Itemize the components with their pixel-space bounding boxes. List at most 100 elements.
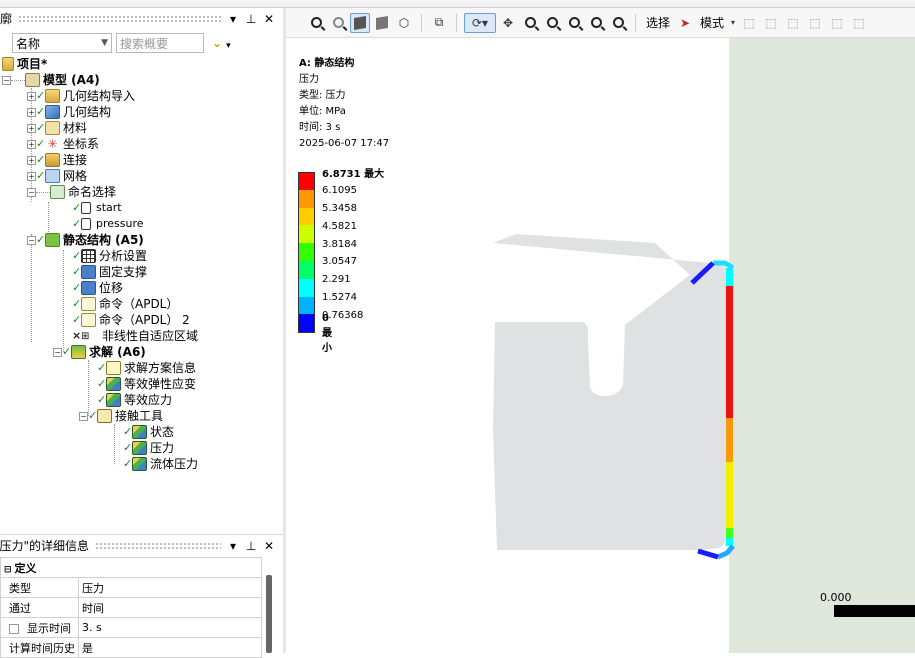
tree-pressure[interactable]: ✓ 压力: [123, 440, 174, 456]
pan-icon[interactable]: ✥: [498, 13, 518, 33]
box-zoom-icon[interactable]: ⧉: [429, 13, 449, 33]
search-input[interactable]: 搜索概要: [116, 33, 204, 53]
legend-swatch: [298, 314, 315, 333]
zoom-in-icon[interactable]: [306, 13, 326, 33]
tree-equiv-stress[interactable]: ✓ 等效应力: [97, 392, 172, 408]
expand-icon[interactable]: +: [27, 91, 36, 101]
details-row-value[interactable]: 3. s: [78, 617, 262, 638]
details-row-value[interactable]: 压力: [78, 577, 262, 598]
check-icon: ✓: [123, 425, 133, 438]
tree-command-1[interactable]: ✓ 命令（APDL）: [72, 296, 178, 312]
selection-page-icon: [81, 202, 91, 214]
details-row[interactable]: 类型 压力: [0, 577, 262, 598]
zoom-icon[interactable]: [520, 13, 540, 33]
collapse-icon[interactable]: ⊟: [4, 565, 12, 575]
details-row[interactable]: 显示时间 3. s: [0, 617, 262, 638]
tree-status[interactable]: ✓ 状态: [123, 424, 174, 440]
select-node-icon[interactable]: ⬚: [827, 13, 847, 33]
expand-icon[interactable]: +: [27, 171, 36, 181]
tree-solution[interactable]: − ✓ 求解 (A6): [53, 344, 146, 360]
tree-displacement[interactable]: ✓ 位移: [72, 280, 123, 296]
tree-static-structural[interactable]: − ✓ 静态结构 (A5): [27, 232, 144, 248]
tree-connections[interactable]: + ✓ 连接: [27, 152, 87, 168]
filter-chevron-icon[interactable]: ⌄: [212, 36, 222, 50]
dropdown-icon[interactable]: ▾: [227, 8, 239, 30]
check-icon: ✓: [36, 169, 46, 182]
cursor-icon[interactable]: ➤: [675, 13, 695, 33]
details-row[interactable]: 计算时间历史 是: [0, 637, 262, 658]
select-body-icon[interactable]: ⬚: [805, 13, 825, 33]
close-icon[interactable]: ✕: [263, 535, 275, 557]
legend-label: 2.291: [322, 274, 351, 286]
chevron-down-icon[interactable]: ▾: [729, 13, 737, 33]
details-row-value[interactable]: 时间: [78, 597, 262, 618]
tree-command-2[interactable]: ✓ 命令（APDL） 2: [72, 312, 190, 328]
filter-name-select[interactable]: 名称 ▼: [12, 33, 112, 53]
zoom-out-icon[interactable]: [328, 13, 348, 33]
tree-mesh[interactable]: + ✓ 网格: [27, 168, 87, 184]
details-section-definition[interactable]: ⊟ 定义: [0, 557, 262, 578]
pin-icon[interactable]: ⊥: [245, 8, 257, 30]
collapse-icon[interactable]: −: [27, 187, 36, 197]
result-annotation: A: 静态结构 压力 类型: 压力 单位: MPa 时间: 3 s 2025-0…: [299, 56, 389, 152]
close-icon[interactable]: ✕: [263, 8, 275, 30]
tree-fixed-support[interactable]: ✓ 固定支撑: [72, 264, 147, 280]
select-label[interactable]: 选择: [643, 14, 673, 31]
solid-view-icon[interactable]: [350, 12, 370, 33]
tree-materials[interactable]: + ✓ 材料: [27, 120, 87, 136]
details-scrollbar[interactable]: [266, 575, 272, 653]
select-face-icon[interactable]: ⬚: [783, 13, 803, 33]
tree-ns-pressure[interactable]: ✓ pressure: [72, 216, 144, 232]
select-edge-icon[interactable]: ⬚: [761, 13, 781, 33]
tree-analysis-settings[interactable]: ✓ 分析设置: [72, 248, 147, 264]
expand-icon[interactable]: +: [27, 155, 36, 165]
details-row-value[interactable]: 是: [78, 637, 262, 658]
rotate-icon[interactable]: ⟳▾: [464, 12, 496, 33]
check-icon: ✓: [123, 457, 133, 470]
tree-fluid-pressure[interactable]: ✓ 流体压力: [123, 456, 198, 472]
tree-equiv-elastic-strain[interactable]: ✓ 等效弹性应变: [97, 376, 196, 392]
legend-label: 1.5274: [322, 291, 357, 303]
mode-menu[interactable]: 模式: [697, 14, 727, 31]
dropdown-icon[interactable]: ▾: [227, 535, 239, 557]
tree-coordinate-systems[interactable]: + ✓ ✳ 坐标系: [27, 136, 99, 152]
zoom-center-icon[interactable]: [586, 13, 606, 33]
details-row[interactable]: 通过 时间: [0, 597, 262, 618]
tree-model[interactable]: − 模型 (A4): [2, 72, 100, 88]
result-type: 类型: 压力: [299, 90, 346, 101]
zoom-fit-icon[interactable]: [564, 13, 584, 33]
legend-swatch: [298, 296, 315, 315]
window-top-strip: [0, 0, 915, 8]
collapse-icon[interactable]: −: [53, 347, 62, 357]
expand-icon[interactable]: +: [27, 123, 36, 133]
zoom-plus-icon[interactable]: [542, 13, 562, 33]
check-icon: ✓: [97, 377, 107, 390]
check-icon: ✓: [36, 105, 46, 118]
tree-geometry-import[interactable]: + ✓ 几何结构导入: [27, 88, 135, 104]
select-element-icon[interactable]: ⬚: [849, 13, 869, 33]
check-icon: ✓: [36, 137, 46, 150]
collapse-icon[interactable]: −: [27, 235, 36, 245]
tree-ns-start[interactable]: ✓ start: [72, 200, 122, 216]
geometry-icon: [45, 105, 60, 119]
collapse-icon[interactable]: −: [2, 75, 11, 85]
tree-project[interactable]: 项目*: [2, 56, 47, 72]
zoom-minus-icon[interactable]: [608, 13, 628, 33]
contour-legend[interactable]: 6.8731 最大 6.1095 5.3458 4.5821 3.8184 3.0547 2…: [298, 169, 384, 354]
tree-geometry[interactable]: + ✓ 几何结构: [27, 104, 111, 120]
shaded-view-icon[interactable]: [372, 13, 392, 33]
select-vertex-icon[interactable]: ⬚: [739, 13, 759, 33]
tree-nonlinear-adaptive[interactable]: × ⊞ 非线性自适应区域: [72, 328, 198, 344]
expand-icon[interactable]: +: [27, 107, 36, 117]
pin-icon[interactable]: ⊥: [245, 535, 257, 557]
tree-contact-tool[interactable]: − ✓ 接触工具: [79, 408, 163, 424]
details-panel: "压力"的详细信息 ▾ ⊥ ✕ ⊟ 定义 类型 压力 通过 时间 显示时间 3. …: [0, 534, 283, 658]
collapse-icon[interactable]: −: [79, 411, 88, 421]
tree-named-selections[interactable]: − 命名选择: [27, 184, 116, 200]
checkbox[interactable]: [9, 623, 19, 634]
search-menu-icon[interactable]: ▾: [226, 41, 231, 51]
wireframe-view-icon[interactable]: ⬡: [394, 13, 414, 33]
expand-icon[interactable]: +: [27, 139, 36, 149]
details-title: "压力"的详细信息: [0, 539, 90, 553]
tree-solution-info[interactable]: ✓ 求解方案信息: [97, 360, 196, 376]
